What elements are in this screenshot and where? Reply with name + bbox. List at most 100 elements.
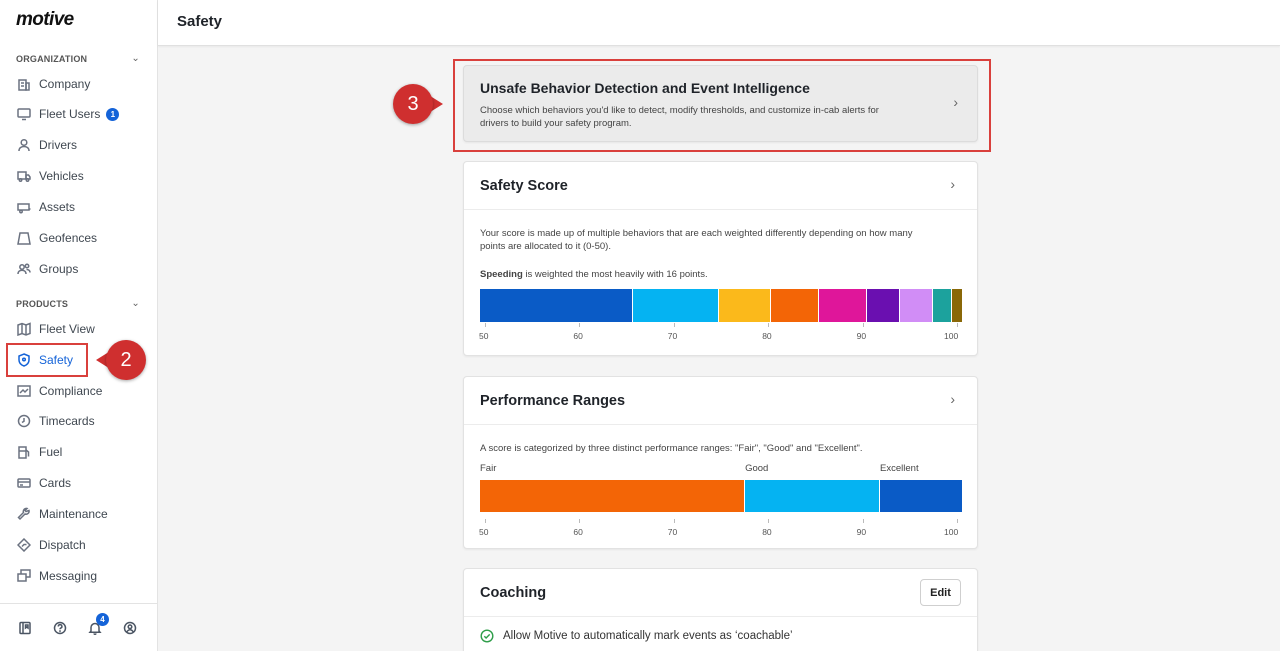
fuel-icon	[17, 445, 31, 459]
performance-range-ticks: 50 60 70 80 90 100	[479, 519, 962, 539]
map-icon	[17, 322, 31, 336]
edit-coaching-button[interactable]: Edit	[920, 579, 961, 606]
tick-label: 70	[667, 331, 678, 341]
tick-label: 90	[856, 331, 867, 341]
building-icon	[17, 77, 31, 91]
card-divider	[464, 424, 977, 425]
sidebar-item-company[interactable]: Company	[10, 71, 148, 97]
safety-score-ticks: 50 60 70 80 90 100	[479, 323, 962, 343]
tick-label: 80	[762, 527, 772, 537]
tick-mark	[768, 323, 770, 327]
tick-mark	[579, 323, 581, 327]
score-segment-4	[818, 289, 867, 322]
range-segment-good	[745, 480, 881, 512]
sidebar-item-geofences[interactable]: Geofences	[10, 225, 148, 251]
score-segment-8	[952, 289, 962, 322]
message-icon	[17, 569, 31, 583]
sidebar-item-label: Cards	[39, 476, 72, 490]
sidebar-item-drivers[interactable]: Drivers	[10, 132, 148, 158]
sidebar-item-groups[interactable]: Groups	[10, 256, 148, 282]
book-icon[interactable]	[18, 621, 32, 635]
tick-label: 60	[573, 331, 583, 341]
notification-badge: 4	[96, 613, 109, 626]
check-circle-icon	[480, 629, 494, 643]
coaching-option: Allow Motive to automatically mark event…	[480, 629, 793, 643]
sidebar-item-label: Vehicles	[39, 169, 84, 183]
score-segment-2	[718, 289, 772, 322]
sidebar-item-assets[interactable]: Assets	[10, 194, 148, 220]
tick-mark	[862, 519, 864, 523]
score-segment-7	[933, 289, 953, 322]
chevron-down-icon[interactable]: ⌄	[131, 53, 140, 64]
safety-score-description-line-2: points are allocated to it (0-50).	[480, 241, 611, 252]
performance-range-bar	[480, 480, 962, 512]
tick-mark	[485, 323, 486, 327]
tick-label: 50	[479, 331, 489, 341]
products-label: PRODUCTS	[16, 298, 69, 309]
chevron-right-icon[interactable]: ›	[950, 176, 955, 192]
range-label-fair: Fair	[480, 463, 497, 474]
sidebar-item-fleet-users[interactable]: Fleet Users 1	[10, 101, 148, 127]
safety-score-title: Safety Score	[480, 178, 568, 194]
sidebar-item-label: Maintenance	[39, 507, 108, 521]
sidebar-item-label: Fuel	[39, 445, 63, 459]
sidebar-item-label: Assets	[39, 200, 76, 214]
range-label-good: Good	[745, 463, 769, 474]
performance-ranges-card: Performance Ranges › A score is categori…	[463, 376, 978, 549]
range-segment-excellent	[880, 480, 962, 512]
tick-mark	[957, 519, 958, 523]
range-segment-fair	[480, 480, 746, 512]
organization-section-header[interactable]: ORGANIZATION ⌄	[16, 53, 140, 64]
page-title: Safety	[177, 13, 223, 30]
tick-label: 90	[856, 527, 867, 537]
sidebar-item-label: Geofences	[39, 231, 98, 245]
card-icon	[17, 476, 31, 490]
wrench-icon	[17, 507, 31, 521]
sidebar-item-label: Dispatch	[39, 538, 86, 552]
coaching-title: Coaching	[480, 585, 547, 601]
sidebar-item-messaging[interactable]: Messaging	[10, 563, 148, 589]
sidebar-item-fuel[interactable]: Fuel	[10, 439, 148, 465]
sidebar-item-vehicles[interactable]: Vehicles	[10, 163, 148, 189]
tick-mark	[862, 323, 864, 327]
safety-score-highlight: Speeding is weighted the most heavily wi…	[480, 268, 708, 281]
range-label-excellent: Excellent	[880, 463, 919, 474]
performance-ranges-description: A score is categorized by three distinct…	[480, 443, 863, 454]
safety-score-card: Safety Score › Your score is made up of …	[463, 161, 978, 356]
sidebar-item-dispatch[interactable]: Dispatch	[10, 532, 148, 558]
sidebar-item-maintenance[interactable]: Maintenance	[10, 501, 148, 527]
sidebar-item-label: Timecards	[39, 414, 95, 428]
tick-mark	[673, 323, 675, 327]
user-avatar-icon[interactable]	[123, 621, 137, 635]
score-segment-6	[899, 289, 934, 322]
organization-label: ORGANIZATION	[16, 53, 88, 64]
tick-mark	[768, 519, 770, 523]
fleet-users-badge: 1	[106, 107, 120, 121]
dispatch-icon	[17, 538, 31, 552]
trailer-icon	[17, 200, 31, 214]
products-section-header[interactable]: PRODUCTS ⌄	[16, 298, 140, 309]
safety-score-description-line-1: Your score is made up of multiple behavi…	[480, 228, 913, 239]
tick-label: 100	[944, 331, 959, 341]
person-icon	[17, 138, 31, 152]
sidebar-item-cards[interactable]: Cards	[10, 470, 148, 496]
tick-mark	[485, 519, 486, 523]
help-icon[interactable]	[53, 621, 67, 635]
score-segment-3	[771, 289, 819, 322]
sidebar-item-fleet-view[interactable]: Fleet View	[10, 316, 148, 342]
ubd-highlight-box	[453, 59, 991, 152]
sidebar: motive ORGANIZATION ⌄ Company Fleet User…	[0, 0, 158, 651]
step-2-number: 2	[106, 340, 146, 380]
sidebar-item-label: Drivers	[39, 138, 77, 152]
sidebar-item-compliance[interactable]: Compliance	[10, 378, 148, 404]
chevron-right-icon[interactable]: ›	[950, 391, 955, 407]
motive-logo[interactable]: motive	[16, 9, 74, 31]
sidebar-item-timecards[interactable]: Timecards	[10, 408, 148, 434]
chevron-down-icon[interactable]: ⌄	[131, 298, 140, 309]
card-divider	[464, 209, 977, 210]
sidebar-item-label: Groups	[39, 262, 79, 276]
tick-label: 100	[944, 527, 959, 537]
top-behavior-name: Speeding	[480, 269, 523, 280]
group-icon	[17, 262, 31, 276]
sidebar-item-label: Compliance	[39, 384, 103, 398]
